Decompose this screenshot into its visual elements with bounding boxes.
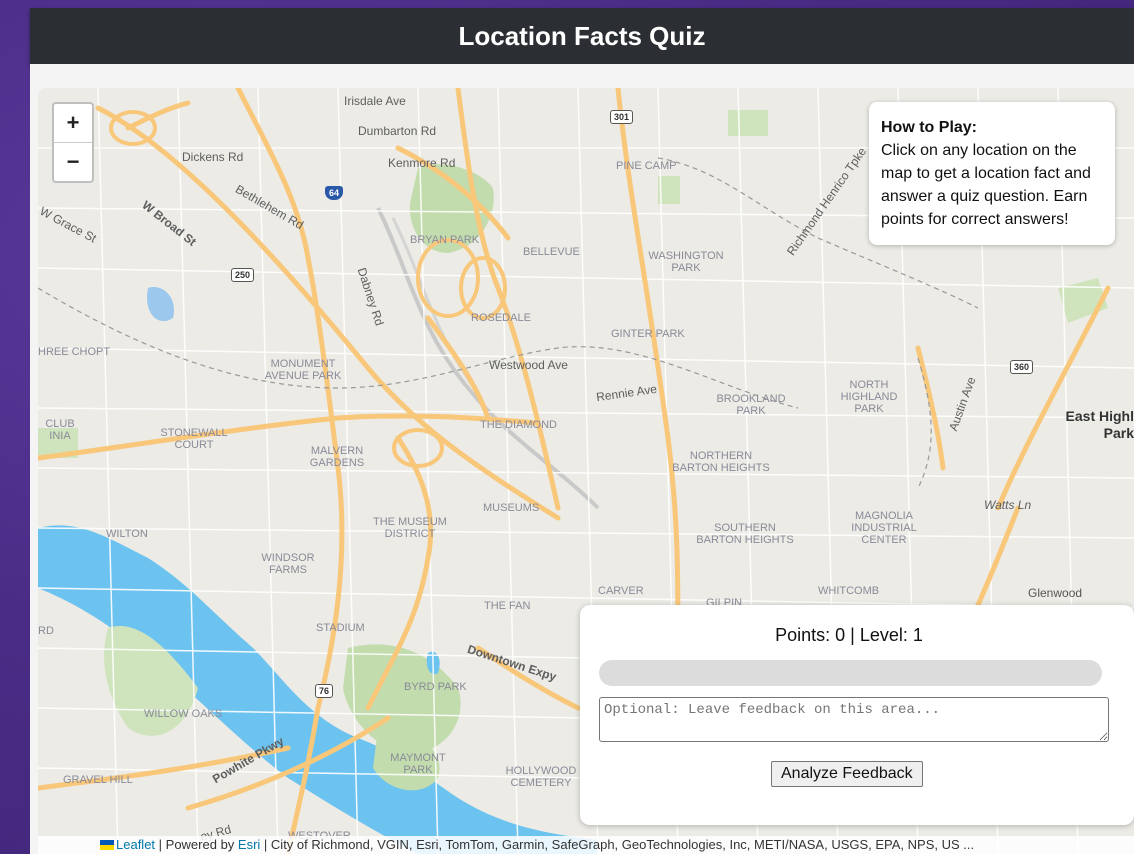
- map-label-stadium: STADIUM: [316, 622, 365, 634]
- map-label-kenmore: Kenmore Rd: [388, 156, 456, 170]
- map-label-museums: MUSEUMS: [483, 502, 540, 514]
- zoom-in-button[interactable]: +: [54, 104, 92, 142]
- map-label-hollywood: HOLLYWOOD CEMETERY: [505, 765, 577, 789]
- map-attribution: Leaflet | Powered by Esri | City of Rich…: [38, 836, 1134, 854]
- map-label-malvern: MALVERN GARDENS: [309, 445, 365, 469]
- map-label-irisdale: Irisdale Ave: [344, 94, 406, 108]
- map-label-diamond: THE DIAMOND: [480, 419, 557, 431]
- route-shield-301: 301: [610, 110, 634, 124]
- map-label-whitcomb: WHITCOMB: [818, 585, 880, 597]
- map-label-ginter-park: GINTER PARK: [611, 328, 685, 340]
- quiz-panel: Points: 0 | Level: 1 Analyze Feedback: [580, 605, 1134, 825]
- app-header: Location Facts Quiz: [30, 8, 1134, 64]
- map-label-southern-barton: SOUTHERN BARTON HEIGHTS: [696, 522, 794, 546]
- map-label-maymont: MAYMONT PARK: [390, 752, 446, 776]
- map-label-washington-park: WASHINGTON PARK: [648, 250, 724, 274]
- map-label-monument: MONUMENT AVENUE PARK: [264, 358, 342, 382]
- route-shield-360: 360: [1010, 360, 1034, 374]
- how-to-play-body: Click on any location on the map to get …: [881, 142, 1091, 228]
- attribution-powered-text: | Powered by: [155, 837, 238, 852]
- attribution-sources-text: | City of Richmond, VGIN, Esri, TomTom, …: [260, 837, 975, 852]
- map-label-stonewall: STONEWALL COURT: [160, 427, 228, 451]
- map-label-bellevue: BELLEVUE: [523, 246, 580, 258]
- map-label-bryan-park: BRYAN PARK: [410, 234, 480, 246]
- map-label-club: CLUB INIA: [45, 418, 75, 442]
- how-to-play-title: How to Play:: [881, 119, 978, 136]
- map-label-willow: WILLOW OAKS: [144, 708, 223, 720]
- map-label-watts: Watts Ln: [984, 498, 1032, 512]
- map-label-north-barton: NORTHERN BARTON HEIGHTS: [672, 450, 770, 474]
- map-label-byrd: BYRD PARK: [404, 681, 467, 693]
- points-level-text: Points: 0 | Level: 1: [775, 625, 923, 645]
- map-label-dumbarton: Dumbarton Rd: [358, 124, 437, 138]
- map-label-east-highland: East Highl Park: [1065, 408, 1134, 441]
- map-label-windsor: WINDSOR FARMS: [261, 552, 315, 576]
- interstate-shield-64: 64: [325, 186, 344, 200]
- map-label-pine-camp: PINE CAMP: [616, 160, 677, 172]
- zoom-control: + −: [52, 102, 94, 183]
- esri-link[interactable]: Esri: [238, 837, 260, 852]
- zoom-out-button[interactable]: −: [54, 142, 92, 181]
- map-label-dickens: Dickens Rd: [182, 150, 244, 164]
- progress-bar: [599, 660, 1102, 686]
- page-title: Location Facts Quiz: [458, 20, 706, 51]
- map-label-museum-district: THE MUSEUM DISTRICT: [373, 516, 447, 540]
- map-label-magnolia: MAGNOLIA INDUSTRIAL CENTER: [851, 510, 917, 546]
- map-label-westwood: Westwood Ave: [489, 358, 568, 372]
- map-label-carver: CARVER: [598, 585, 644, 597]
- map[interactable]: Irisdale Ave Dumbarton Rd Dickens Rd Ken…: [38, 88, 1134, 854]
- route-shield-76: 76: [315, 684, 334, 698]
- how-to-play-panel: How to Play: Click on any location on th…: [869, 102, 1115, 245]
- map-label-north-highland: NORTH HIGHLAND PARK: [840, 379, 898, 415]
- feedback-input[interactable]: [599, 697, 1109, 742]
- ukraine-flag-icon: [100, 840, 114, 850]
- leaflet-link[interactable]: Leaflet: [116, 837, 155, 852]
- map-label-glenwood: Glenwood: [1028, 586, 1083, 600]
- map-label-rd: RD: [38, 625, 54, 637]
- map-label-wilton: WILTON: [106, 528, 148, 540]
- map-label-three-chopt: HREE CHOPT: [38, 346, 111, 358]
- route-shield-250: 250: [231, 268, 255, 282]
- map-label-rosedale: ROSEDALE: [471, 312, 531, 324]
- map-label-brookland: BROOKLAND PARK: [716, 393, 786, 417]
- map-label-gravel: GRAVEL HILL: [63, 774, 133, 786]
- map-label-the-fan: THE FAN: [484, 600, 531, 612]
- analyze-feedback-button[interactable]: Analyze Feedback: [771, 761, 923, 787]
